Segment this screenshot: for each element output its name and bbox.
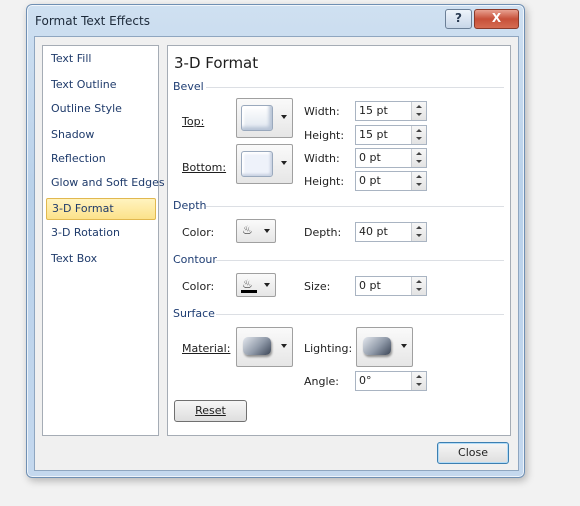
paint-bucket-icon: ♨ [242, 277, 253, 291]
close-window-button[interactable]: X [474, 9, 519, 29]
bevel-bottom-height-value: 0 pt [359, 174, 381, 187]
chevron-down-icon [264, 229, 270, 233]
bevel-bottom-preview-icon [241, 151, 273, 177]
contour-size-spinner[interactable]: 0 pt [355, 276, 427, 296]
bevel-bottom-width-value: 0 pt [359, 151, 381, 164]
contour-color-label: Color: [182, 280, 215, 293]
bevel-bottom-height-spinner[interactable]: 0 pt [355, 171, 427, 191]
section-contour-heading: Contour [173, 253, 217, 266]
material-preview-icon [243, 337, 271, 355]
depth-color-picker[interactable]: ♨ [236, 219, 276, 243]
section-surface-heading: Surface [173, 307, 215, 320]
contour-size-label: Size: [304, 280, 331, 293]
window-title: Format Text Effects [35, 14, 150, 28]
bevel-bottom-width-label: Width: [304, 152, 340, 165]
dialog-window: Format Text Effects ? X Text Fill Text O… [26, 4, 525, 478]
bevel-bottom-height-label: Height: [304, 175, 345, 188]
spinner-buttons[interactable] [411, 223, 426, 241]
bevel-top-height-label: Height: [304, 129, 345, 142]
spinner-buttons[interactable] [411, 126, 426, 144]
contour-size-value: 0 pt [359, 279, 381, 292]
format-panel: 3-D Format Bevel Top: Width: 15 pt Heigh… [167, 45, 511, 436]
category-list: Text Fill Text Outline Outline Style Sha… [42, 45, 165, 436]
bevel-top-preview-icon [241, 105, 273, 131]
bevel-top-dropdown[interactable] [236, 98, 293, 138]
chevron-down-icon [281, 115, 287, 119]
section-depth-heading: Depth [173, 199, 207, 212]
depth-value: 40 pt [359, 225, 388, 238]
bevel-bottom-width-spinner[interactable]: 0 pt [355, 148, 427, 168]
material-label: Material: [182, 342, 231, 355]
lighting-dropdown[interactable] [356, 327, 413, 367]
bevel-top-height-spinner[interactable]: 15 pt [355, 125, 427, 145]
spinner-buttons[interactable] [411, 277, 426, 295]
divider [206, 87, 504, 88]
nav-item-text-outline[interactable]: Text Outline [46, 74, 154, 96]
spinner-buttons[interactable] [411, 149, 426, 167]
panel-title: 3-D Format [174, 54, 259, 72]
spinner-buttons[interactable] [411, 372, 426, 390]
contour-color-picker[interactable]: ♨ [236, 273, 276, 297]
chevron-down-icon [401, 344, 407, 348]
nav-item-shadow[interactable]: Shadow [46, 124, 154, 146]
divider [216, 260, 504, 261]
nav-item-reflection[interactable]: Reflection [46, 148, 154, 170]
bevel-top-width-value: 15 pt [359, 104, 388, 117]
chevron-down-icon [281, 161, 287, 165]
nav-item-outline-style[interactable]: Outline Style [46, 98, 154, 120]
bevel-bottom-label: Bottom: [182, 161, 227, 174]
divider [206, 206, 504, 207]
spinner-buttons[interactable] [411, 172, 426, 190]
chevron-down-icon [281, 344, 287, 348]
lighting-label: Lighting: [304, 342, 353, 355]
nav-item-3d-format[interactable]: 3-D Format [46, 198, 156, 220]
bevel-top-height-value: 15 pt [359, 128, 388, 141]
nav-item-text-box[interactable]: Text Box [46, 248, 154, 270]
color-swatch-bar [241, 290, 257, 293]
paint-bucket-icon: ♨ [242, 223, 253, 237]
close-button[interactable]: Close [437, 442, 509, 464]
depth-color-label: Color: [182, 226, 215, 239]
nav-item-glow-soft-edges[interactable]: Glow and Soft Edges [46, 172, 165, 194]
chevron-down-icon [264, 283, 270, 287]
spinner-buttons[interactable] [411, 102, 426, 120]
help-button[interactable]: ? [445, 9, 472, 29]
dialog-body: Text Fill Text Outline Outline Style Sha… [34, 36, 519, 471]
reset-button[interactable]: Reset [174, 400, 247, 422]
bevel-top-width-label: Width: [304, 105, 340, 118]
section-bevel-heading: Bevel [173, 80, 204, 93]
angle-spinner[interactable]: 0° [355, 371, 427, 391]
angle-label: Angle: [304, 375, 340, 388]
divider [216, 314, 504, 315]
depth-spinner[interactable]: 40 pt [355, 222, 427, 242]
bevel-bottom-dropdown[interactable] [236, 144, 293, 184]
depth-label: Depth: [304, 226, 342, 239]
nav-item-text-fill[interactable]: Text Fill [46, 48, 154, 70]
nav-item-3d-rotation[interactable]: 3-D Rotation [46, 222, 154, 244]
bevel-top-width-spinner[interactable]: 15 pt [355, 101, 427, 121]
angle-value: 0° [359, 374, 372, 387]
lighting-preview-icon [363, 337, 391, 355]
material-dropdown[interactable] [236, 327, 293, 367]
bevel-top-label: Top: [182, 115, 205, 128]
